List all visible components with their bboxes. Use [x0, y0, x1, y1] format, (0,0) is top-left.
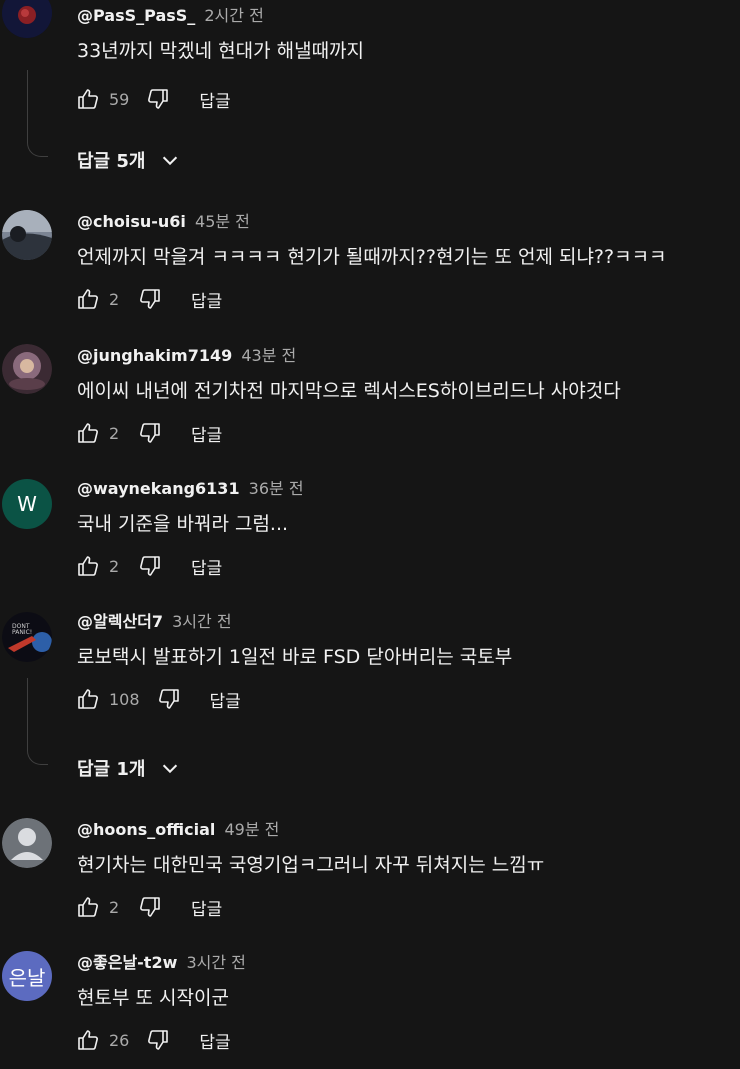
- dislike-icon[interactable]: [145, 86, 171, 112]
- dislike-icon[interactable]: [137, 553, 163, 579]
- comment-header: @junghakim7149 43분 전: [77, 346, 296, 366]
- avatar[interactable]: [2, 818, 52, 868]
- comment-text: 33년까지 막겠네 현대가 해낼때까지: [77, 40, 365, 62]
- author-name[interactable]: @waynekang6131: [77, 479, 240, 498]
- like-count: 2: [109, 289, 120, 309]
- author-name[interactable]: @hoons_official: [77, 820, 215, 839]
- reply-button[interactable]: 답글: [191, 895, 222, 920]
- avatar-letter: W: [17, 492, 37, 516]
- avatar[interactable]: [2, 0, 52, 38]
- author-name[interactable]: @choisu-u6i: [77, 212, 186, 231]
- comment-actions: 2 답글: [75, 418, 222, 448]
- dislike-icon[interactable]: [137, 894, 163, 920]
- comment-text: 현기차는 대한민국 국영기업ㅋ그러니 자꾸 뒤쳐지는 느낌ㅠ: [77, 854, 545, 876]
- chevron-down-icon: [163, 764, 178, 774]
- comments-section: @PasS_PasS_ 2시간 전 33년까지 막겠네 현대가 해낼때까지 59…: [0, 0, 740, 1069]
- reply-button[interactable]: 답글: [199, 1028, 230, 1053]
- avatar[interactable]: [2, 344, 52, 394]
- comment-time[interactable]: 3시간 전: [172, 612, 231, 631]
- comment-time[interactable]: 3시간 전: [186, 953, 245, 972]
- show-replies-button[interactable]: 답글 1개: [77, 755, 181, 781]
- dislike-icon[interactable]: [156, 686, 182, 712]
- avatar[interactable]: [2, 210, 52, 260]
- comment-header: @PasS_PasS_ 2시간 전: [77, 6, 264, 26]
- comment-actions: 108 답글: [75, 684, 241, 714]
- svg-text:PANIC!: PANIC!: [12, 629, 32, 636]
- comment-text: 에이씨 내년에 전기차전 마지막으로 렉서스ES하이브리드나 사야것다: [77, 380, 621, 402]
- like-count: 2: [109, 556, 120, 576]
- comment-header: @알렉산더7 3시간 전: [77, 612, 232, 632]
- like-count: 26: [109, 1030, 130, 1050]
- avatar[interactable]: 은날: [2, 951, 52, 1001]
- comment-text: 로보택시 발표하기 1일전 바로 FSD 닫아버리는 국토부: [77, 646, 513, 668]
- dislike-icon[interactable]: [137, 420, 163, 446]
- author-name[interactable]: @PasS_PasS_: [77, 6, 195, 25]
- replies-count-label: 답글 1개: [77, 759, 146, 780]
- comment-actions: 2 답글: [75, 551, 222, 581]
- comment-time[interactable]: 36분 전: [249, 479, 304, 498]
- dislike-icon[interactable]: [145, 1027, 171, 1053]
- avatar[interactable]: W: [2, 479, 52, 529]
- reply-button[interactable]: 답글: [191, 554, 222, 579]
- avatar[interactable]: DONT PANIC!: [2, 612, 52, 662]
- comment-actions: 59 답글: [75, 84, 231, 114]
- thread-line: [27, 678, 48, 765]
- like-icon[interactable]: [75, 420, 101, 446]
- dislike-icon[interactable]: [137, 286, 163, 312]
- comment-header: @waynekang6131 36분 전: [77, 479, 304, 499]
- comment-header: @좋은날-t2w 3시간 전: [77, 953, 246, 973]
- like-icon[interactable]: [75, 553, 101, 579]
- chevron-down-icon: [163, 156, 178, 166]
- like-icon[interactable]: [75, 894, 101, 920]
- thread-line: [27, 70, 48, 157]
- comment-header: @hoons_official 49분 전: [77, 820, 279, 840]
- like-icon[interactable]: [75, 286, 101, 312]
- comment-text: 언제까지 막을겨 ㅋㅋㅋㅋ 현기가 될때까지??현기는 또 언제 되냐??ㅋㅋㅋ: [77, 246, 667, 268]
- replies-count-label: 답글 5개: [77, 151, 146, 172]
- reply-button[interactable]: 답글: [210, 687, 241, 712]
- comment-time[interactable]: 49분 전: [224, 820, 279, 839]
- comment-actions: 2 답글: [75, 284, 222, 314]
- comment-time[interactable]: 45분 전: [195, 212, 250, 231]
- like-count: 108: [109, 689, 140, 709]
- like-icon[interactable]: [75, 1027, 101, 1053]
- like-icon[interactable]: [75, 86, 101, 112]
- show-replies-button[interactable]: 답글 5개: [77, 147, 181, 173]
- reply-button[interactable]: 답글: [191, 421, 222, 446]
- like-count: 2: [109, 423, 120, 443]
- author-name[interactable]: @알렉산더7: [77, 612, 163, 631]
- avatar-letter: 은날: [8, 965, 46, 990]
- like-count: 59: [109, 89, 130, 109]
- comment-actions: 2 답글: [75, 892, 222, 922]
- comment-time[interactable]: 2시간 전: [204, 6, 263, 25]
- reply-button[interactable]: 답글: [199, 87, 230, 112]
- like-count: 2: [109, 897, 120, 917]
- comment-header: @choisu-u6i 45분 전: [77, 212, 250, 232]
- like-icon[interactable]: [75, 686, 101, 712]
- comment-text: 현토부 또 시작이군: [77, 987, 229, 1009]
- reply-button[interactable]: 답글: [191, 287, 222, 312]
- comment-time[interactable]: 43분 전: [241, 346, 296, 365]
- comment-actions: 26 답글: [75, 1025, 231, 1055]
- author-name[interactable]: @junghakim7149: [77, 346, 232, 365]
- author-name[interactable]: @좋은날-t2w: [77, 953, 177, 972]
- comment-text: 국내 기준을 바꿔라 그럼...: [77, 513, 289, 535]
